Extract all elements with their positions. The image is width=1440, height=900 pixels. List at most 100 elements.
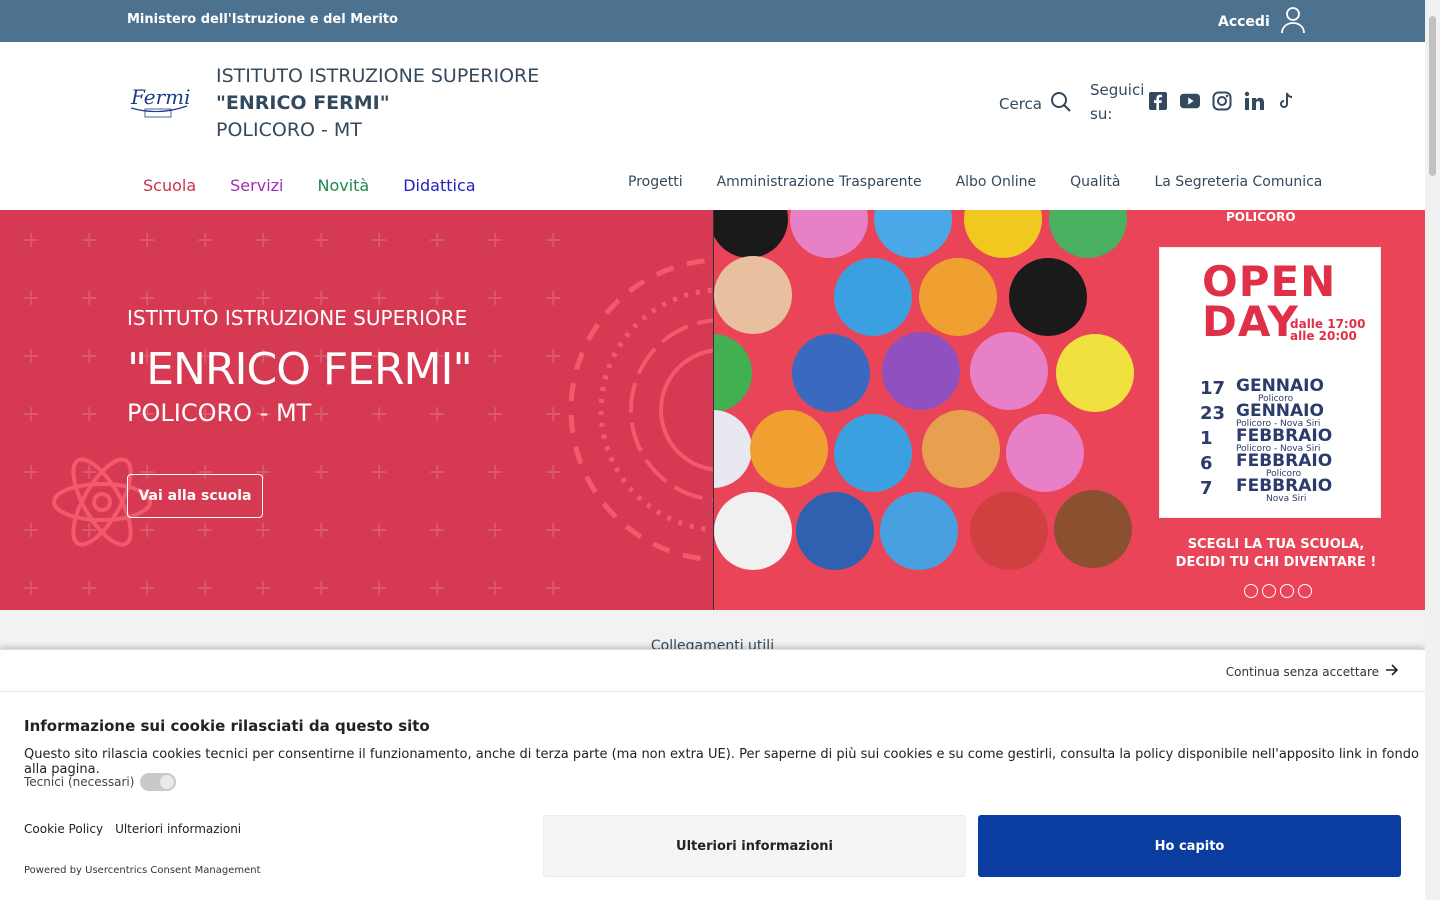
plus-decoration: + bbox=[428, 576, 447, 601]
nav-item-scuola[interactable]: Scuola bbox=[143, 176, 196, 195]
ministry-link[interactable]: Ministero dell'Istruzione e del Merito bbox=[127, 12, 398, 27]
powered-by: Powered by Usercentrics Consent Manageme… bbox=[24, 865, 261, 876]
date-row: 1 FEBBRAIO Policoro - Nova Siri bbox=[1200, 428, 1332, 455]
page-scrollbar[interactable] bbox=[1425, 0, 1440, 900]
cookie-links: Cookie Policy Ulteriori informazioni bbox=[24, 822, 241, 836]
plus-decoration: + bbox=[254, 228, 273, 253]
continue-without-accepting[interactable]: Continua senza accettare bbox=[1226, 664, 1399, 679]
plus-decoration: + bbox=[80, 402, 99, 427]
more-info-button[interactable]: Ulteriori informazioni bbox=[543, 815, 966, 877]
instagram-icon[interactable] bbox=[1212, 91, 1232, 111]
date-day: 1 bbox=[1200, 428, 1213, 449]
school-logo[interactable]: Fermi bbox=[127, 82, 191, 122]
continue-label: Continua senza accettare bbox=[1225, 664, 1379, 679]
banner-slogan-line1: SCEGLI LA TUA SCUOLA, bbox=[1187, 537, 1365, 552]
cookie-divider bbox=[0, 691, 1425, 692]
nav-item-novita[interactable]: Novità bbox=[317, 176, 369, 195]
photo-bubble bbox=[714, 256, 792, 334]
plus-decoration: + bbox=[80, 228, 99, 253]
photo-bubble bbox=[1009, 258, 1087, 336]
social-links bbox=[1148, 91, 1296, 111]
plus-decoration: + bbox=[312, 576, 331, 601]
useful-links-section: Collegamenti utili bbox=[0, 610, 1425, 654]
photo-bubble bbox=[796, 492, 874, 570]
photo-bubble bbox=[790, 210, 868, 258]
plus-decoration: + bbox=[486, 576, 505, 601]
nav-item-progetti[interactable]: Progetti bbox=[628, 174, 683, 190]
nav-item-qualita[interactable]: Qualità bbox=[1070, 174, 1120, 190]
search-icon bbox=[1050, 91, 1072, 117]
plus-decoration: + bbox=[80, 286, 99, 311]
cookie-policy-link[interactable]: Cookie Policy bbox=[24, 822, 103, 836]
nav-item-servizi[interactable]: Servizi bbox=[230, 176, 283, 195]
photo-bubble bbox=[882, 332, 960, 410]
youtube-icon[interactable] bbox=[1180, 91, 1200, 111]
plus-decoration: + bbox=[80, 576, 99, 601]
decorative-rings bbox=[568, 257, 713, 563]
login-button[interactable]: Accedi bbox=[1218, 6, 1306, 38]
photo-bubble bbox=[714, 410, 752, 488]
plus-decoration: + bbox=[428, 228, 447, 253]
tiktok-icon[interactable] bbox=[1276, 91, 1296, 111]
cookie-description: Questo sito rilascia cookies tecnici per… bbox=[24, 747, 1419, 777]
cookie-title: Informazione sui cookie rilasciati da qu… bbox=[24, 717, 430, 735]
hero-section: + + + + + + + + + + + + + + + + + + + + + + + + + + + + + + + + + + + + + + + +… bbox=[0, 210, 1425, 610]
hero-line1: ISTITUTO ISTRUZIONE SUPERIORE bbox=[127, 306, 468, 330]
banner-slogan-line2: DECIDI TU CHI DIVENTARE ! bbox=[1175, 555, 1377, 570]
technical-cookies-label: Tecnici (necessari) bbox=[24, 775, 135, 789]
plus-decoration: + bbox=[370, 460, 389, 485]
search-button[interactable]: Cerca bbox=[999, 91, 1072, 117]
nav-item-albo[interactable]: Albo Online bbox=[956, 174, 1037, 190]
school-name-line3: POLICORO - MT bbox=[216, 119, 362, 141]
banner-social-icons bbox=[1244, 584, 1312, 598]
plus-decoration: + bbox=[22, 228, 41, 253]
plus-decoration: + bbox=[428, 518, 447, 543]
plus-decoration: + bbox=[22, 576, 41, 601]
photo-bubble bbox=[1054, 490, 1132, 568]
technical-cookies-toggle[interactable] bbox=[140, 773, 177, 791]
date-day: 6 bbox=[1200, 453, 1213, 474]
plus-decoration: + bbox=[312, 228, 331, 253]
tiktok-icon bbox=[1298, 584, 1312, 598]
nav-item-didattica[interactable]: Didattica bbox=[403, 176, 475, 195]
plus-decoration: + bbox=[196, 576, 215, 601]
arrow-right-icon bbox=[1385, 664, 1399, 679]
nav-item-segreteria[interactable]: La Segreteria Comunica bbox=[1154, 174, 1322, 190]
more-info-link[interactable]: Ulteriori informazioni bbox=[115, 822, 241, 836]
photo-bubble bbox=[750, 410, 828, 488]
facebook-icon[interactable] bbox=[1148, 91, 1168, 111]
whatsapp-icon bbox=[1244, 584, 1258, 598]
go-to-school-button[interactable]: Vai alla scuola bbox=[127, 474, 263, 518]
photo-bubble bbox=[834, 414, 912, 492]
cookie-banner: Continua senza accettare Informazione su… bbox=[0, 649, 1425, 900]
photo-bubble bbox=[714, 210, 788, 258]
photo-bubble bbox=[1056, 334, 1134, 412]
date-month: FEBBRAIO bbox=[1236, 451, 1333, 471]
main-navigation: Scuola Servizi Novità Didattica Progetti… bbox=[0, 162, 1425, 210]
date-row: 23 GENNAIO Policoro - Nova Siri bbox=[1200, 403, 1332, 430]
plus-decoration: + bbox=[370, 228, 389, 253]
scrollbar-thumb[interactable] bbox=[1429, 16, 1436, 176]
school-name-line2: "ENRICO FERMI" bbox=[216, 92, 390, 114]
accept-button[interactable]: Ho capito bbox=[978, 815, 1401, 877]
plus-decoration: + bbox=[428, 460, 447, 485]
linkedin-icon[interactable] bbox=[1244, 91, 1264, 111]
date-row: 17 GENNAIO Policoro bbox=[1200, 378, 1332, 405]
plus-decoration: + bbox=[22, 518, 41, 543]
nav-item-amministrazione[interactable]: Amministrazione Trasparente bbox=[717, 174, 922, 190]
date-day: 7 bbox=[1200, 478, 1213, 499]
plus-decoration: + bbox=[254, 518, 273, 543]
school-name[interactable]: ISTITUTO ISTRUZIONE SUPERIORE "ENRICO FE… bbox=[216, 63, 539, 144]
plus-decoration: + bbox=[196, 518, 215, 543]
plus-decoration: + bbox=[196, 228, 215, 253]
facebook-icon bbox=[1262, 584, 1276, 598]
user-icon bbox=[1280, 6, 1306, 38]
hero-line2: "ENRICO FERMI" bbox=[127, 344, 473, 395]
plus-decoration: + bbox=[486, 286, 505, 311]
open-day-banner[interactable]: POLICORO OPEN DAY dalle 17:00 alle 20:00… bbox=[713, 210, 1425, 610]
plus-decoration: + bbox=[254, 576, 273, 601]
plus-decoration: + bbox=[370, 576, 389, 601]
photo-bubble bbox=[922, 410, 1000, 488]
photo-bubble bbox=[970, 332, 1048, 410]
follow-label: Seguici su: bbox=[1090, 81, 1145, 123]
